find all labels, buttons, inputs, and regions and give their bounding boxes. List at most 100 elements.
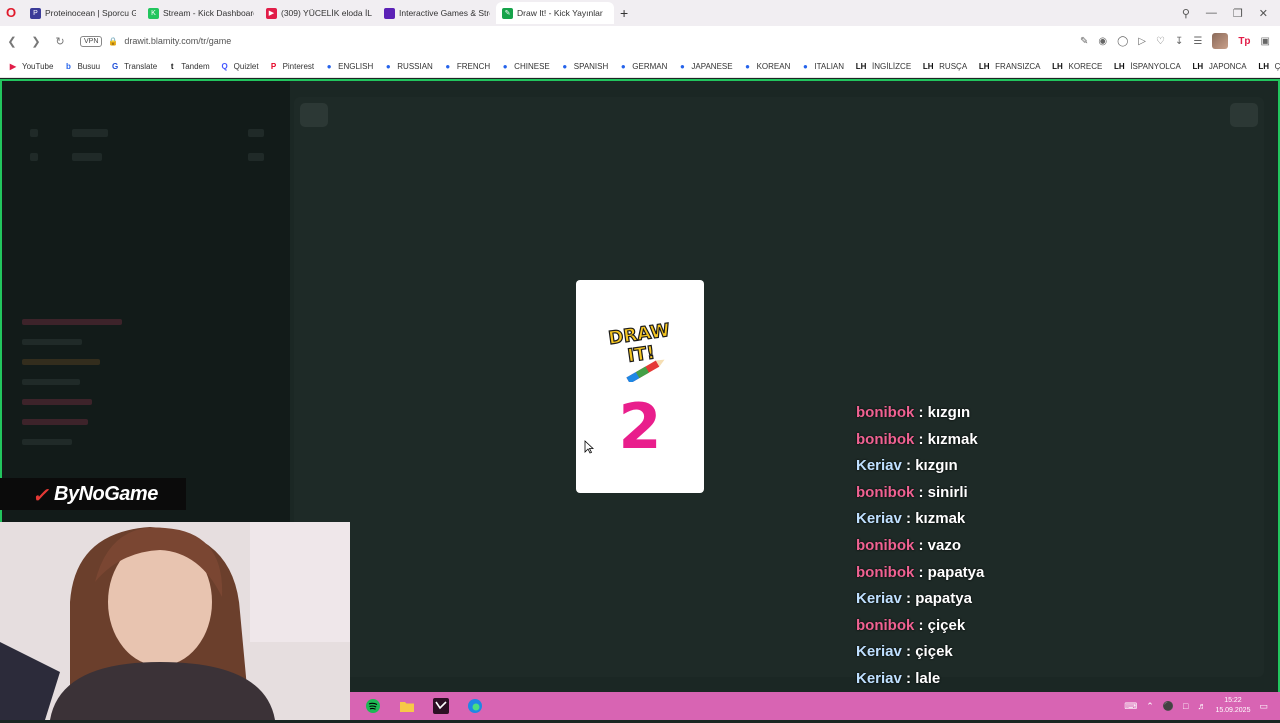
chat-separator: : [901, 457, 916, 475]
network-icon[interactable]: □ [1183, 701, 1188, 711]
shield-icon[interactable]: ◯ [1117, 36, 1128, 47]
chat-message: bonibok : papatya [856, 564, 1156, 591]
bookmark-item[interactable]: Q Quizlet [220, 62, 259, 72]
bookmark-icon: ● [679, 61, 685, 71]
tab-favicon-icon: ✎ [502, 7, 513, 19]
chat-guess-word: lale [915, 669, 941, 687]
share-icon[interactable]: ✎ [1080, 36, 1088, 47]
search-icon[interactable]: ⚲ [1182, 7, 1190, 20]
bookmark-icon: Q [221, 61, 228, 71]
kick-app-icon[interactable] [430, 695, 452, 717]
opera-logo-icon[interactable]: O [4, 6, 18, 20]
chat-separator: : [901, 669, 916, 687]
bookmark-label: ÇİNCE [1274, 62, 1280, 71]
chat-guess-word: çiçek [915, 643, 953, 661]
bookmark-item[interactable]: ▶ YouTube [8, 62, 54, 72]
maximize-icon[interactable]: ❐ [1233, 7, 1243, 20]
canvas-tool-button[interactable] [300, 103, 328, 127]
sidebar-blur-item [72, 129, 108, 137]
chat-separator: : [901, 590, 916, 608]
draw-it-logo: DRAW IT! [607, 319, 672, 382]
play-icon[interactable]: ▷ [1138, 36, 1146, 47]
chat-separator: : [914, 563, 928, 581]
bookmark-item[interactable]: LH KORECE [1051, 62, 1103, 72]
tab-label: (309) YÜCELİK eloda İLK Y [281, 8, 372, 18]
bookmarks-list: ▶ YouTube b Busuu G Translate t Tandem Q Quizlet P… [8, 62, 1280, 72]
chat-message: Keriav : kızgın [856, 457, 1156, 484]
sidebar-blur-item [22, 379, 80, 385]
bookmark-icon: LH [855, 61, 867, 71]
close-icon[interactable]: ✕ [1259, 7, 1268, 20]
cube-icon[interactable]: ▣ [1261, 36, 1270, 47]
bookmark-label: ENGLISH [338, 62, 374, 71]
camera-icon[interactable]: ◉ [1098, 36, 1107, 47]
extension-icon[interactable]: Tp [1238, 36, 1250, 47]
menu-icon[interactable]: ☰ [1193, 36, 1202, 47]
bookmark-item[interactable]: ● ITALIAN [800, 62, 844, 72]
bookmark-item[interactable]: ● SPANISH [560, 62, 608, 72]
system-clock[interactable]: 15:22 15.09.2025 [1215, 696, 1250, 716]
spotify-icon[interactable] [362, 695, 384, 717]
keyboard-icon[interactable]: ⌨ [1124, 701, 1137, 712]
edge-browser-icon[interactable] [464, 695, 486, 717]
bookmarks-bar: ▶ YouTube b Busuu G Translate t Tandem Q Quizlet P… [0, 56, 1280, 78]
bookmark-item[interactable]: LH İSPANYOLCA [1112, 62, 1181, 72]
bookmark-item[interactable]: LH JAPONCA [1191, 62, 1247, 72]
bookmark-item[interactable]: ● KOREAN [743, 62, 790, 72]
forward-icon[interactable]: ❯ [24, 35, 48, 48]
bookmark-icon: ● [502, 61, 508, 71]
bookmark-label: RUSSIAN [397, 62, 433, 71]
bookmark-item[interactable]: ● JAPANESE [677, 61, 733, 72]
chat-username: bonibok [856, 404, 915, 421]
bookmark-item[interactable]: b Busuu [63, 62, 100, 72]
bookmark-item[interactable]: ● ENGLISH [324, 62, 374, 72]
volume-icon[interactable]: ♬ [1197, 701, 1206, 711]
new-tab-button[interactable]: + [620, 5, 628, 21]
back-icon[interactable]: ❮ [0, 35, 24, 48]
bookmark-item[interactable]: LH İNGİLİZCE [854, 62, 911, 72]
browser-tab[interactable]: K Stream - Kick Dashboard [142, 2, 260, 24]
vpn-badge[interactable]: VPN [80, 35, 103, 47]
webcam-feed [0, 522, 350, 720]
bookmark-item[interactable]: ● CHINESE [500, 62, 550, 72]
chat-message: bonibok : kızgın [856, 404, 1156, 431]
clock-time: 15:22 [1224, 697, 1242, 704]
browser-tab[interactable]: P Proteinocean | Sporcu Gıd [24, 2, 142, 24]
bookmark-item[interactable]: ● RUSSIAN [383, 62, 433, 72]
folder-icon[interactable] [396, 695, 418, 717]
bookmark-label: Busuu [77, 62, 101, 71]
notifications-icon[interactable]: ▭ [1259, 701, 1268, 712]
chat-separator: : [901, 510, 916, 528]
bookmark-label: JAPANESE [691, 62, 733, 71]
heart-icon[interactable]: ♡ [1156, 36, 1165, 47]
bookmark-item[interactable]: LH RUSÇA [921, 62, 967, 72]
bookmark-item[interactable]: G Translate [110, 62, 157, 72]
sidebar-blur-item [22, 419, 88, 425]
bookmark-item[interactable]: t Tandem [167, 62, 210, 72]
lock-icon[interactable]: 🔒 [108, 37, 118, 46]
bookmark-label: KORECE [1068, 62, 1103, 71]
bookmark-item[interactable]: LH FRANSIZCA [977, 61, 1041, 72]
download-icon[interactable]: ↧ [1175, 36, 1183, 47]
browser-tab[interactable]: Interactive Games & Strea [378, 2, 496, 24]
minimize-icon[interactable]: — [1206, 7, 1217, 20]
chat-username: bonibok [856, 483, 915, 501]
chat-guess-word: kızmak [927, 430, 978, 448]
bookmark-item[interactable]: P Pinterest [269, 62, 314, 72]
bookmark-label: GERMAN [632, 62, 668, 71]
tray-chevron-up-icon[interactable]: ⌃ [1146, 701, 1154, 712]
reload-icon[interactable]: ↻ [48, 35, 72, 48]
bookmark-icon: LH [978, 61, 990, 71]
bookmark-item[interactable]: LH ÇİNCE [1257, 62, 1280, 72]
profile-avatar[interactable] [1212, 33, 1229, 49]
canvas-settings-button[interactable] [1230, 103, 1258, 127]
chat-message: Keriav : kızmak [856, 510, 1156, 537]
bookmark-item[interactable]: ● GERMAN [618, 62, 668, 72]
microphone-icon[interactable]: ⚫ [1163, 701, 1174, 712]
browser-tab[interactable]: ▶ (309) YÜCELİK eloda İLK Y [260, 2, 378, 24]
browser-tab[interactable]: ✎ Draw It! - Kick Yayınlar [496, 2, 614, 24]
bookmark-item[interactable]: ● FRENCH [443, 62, 490, 72]
bookmark-icon: b [65, 61, 71, 71]
tab-label: Proteinocean | Sporcu Gıd [45, 8, 136, 18]
url-field[interactable]: drawit.blamity.com/tr/game [124, 36, 231, 46]
